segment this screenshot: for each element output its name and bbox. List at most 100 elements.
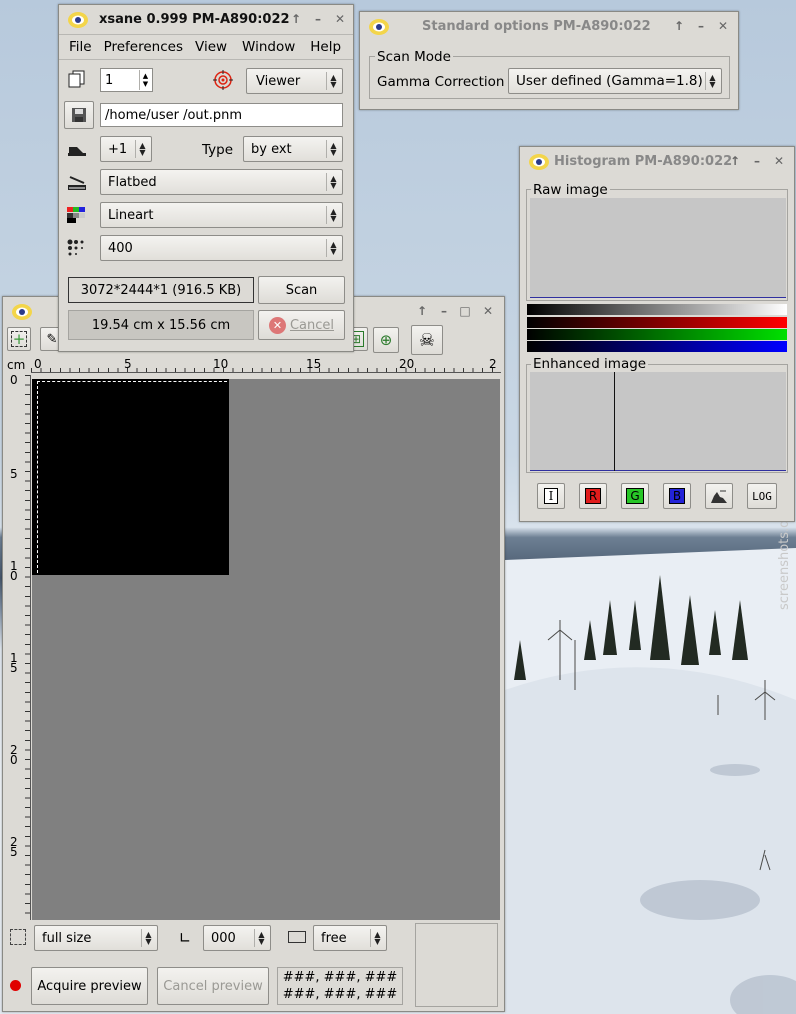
- preview-canvas[interactable]: [32, 379, 500, 920]
- menu-preferences[interactable]: Preferences: [104, 39, 183, 55]
- record-dot-icon: [10, 980, 21, 991]
- hruler-label: 15: [306, 357, 322, 371]
- raw-image-label: Raw image: [531, 182, 610, 198]
- image-size-value: 19.54 cm x 15.56 cm: [91, 317, 231, 333]
- select-area-icon: +: [11, 330, 27, 348]
- type-label: Type: [202, 142, 234, 158]
- aspect-ratio-icon: [288, 931, 306, 943]
- filename-step-select[interactable]: +1 ▲ ▼: [100, 136, 152, 162]
- enhanced-histogram-plot: [530, 372, 786, 471]
- resolution-icon: [67, 239, 87, 257]
- blue-toggle[interactable]: B: [663, 483, 691, 509]
- vruler-label: 1 0: [10, 559, 18, 583]
- spin-arrows-icon: ▲ ▼: [326, 239, 340, 257]
- pixel-readout-line: ###, ###, ###: [282, 987, 398, 1002]
- cancel-scan-button[interactable]: ✕ Cancel: [258, 310, 345, 340]
- save-file-button[interactable]: [64, 101, 94, 129]
- minimize-icon[interactable]: –: [750, 154, 764, 168]
- spin-arrows-icon: ▲ ▼: [254, 929, 268, 947]
- minimize-icon[interactable]: –: [694, 19, 708, 33]
- close-icon[interactable]: ✕: [772, 154, 786, 168]
- raw-histogram-plot: [530, 198, 786, 298]
- histogram-titlebar[interactable]: Histogram PM-A890:022 ↑ – ✕: [520, 147, 794, 175]
- aspect-ratio-select[interactable]: free ▲ ▼: [313, 925, 387, 951]
- menu-help[interactable]: Help: [310, 39, 341, 55]
- horizontal-ruler: 0 5 10 15 20 2: [31, 357, 501, 373]
- color-sample-box: [415, 923, 498, 1007]
- hruler-label: 0: [34, 357, 42, 371]
- delete-images-button[interactable]: ☠: [411, 325, 443, 355]
- gamma-correction-label: Gamma Correction: [377, 74, 505, 90]
- pixel-mode-toggle[interactable]: [705, 483, 733, 509]
- close-icon[interactable]: ✕: [481, 304, 495, 318]
- options-titlebar[interactable]: Standard options PM-A890:022 ↑ – ✕: [360, 12, 738, 40]
- maximize-up-icon[interactable]: ↑: [672, 19, 686, 33]
- select-area-button[interactable]: +: [7, 327, 31, 351]
- enhanced-image-label: Enhanced image: [531, 356, 649, 372]
- step-icon: [67, 143, 87, 157]
- spin-arrows-icon: ▲ ▼: [326, 72, 340, 90]
- hruler-label: 5: [124, 357, 132, 371]
- spin-arrows-icon: ▲ ▼: [326, 206, 340, 224]
- window-title: xsane 0.999 PM-A890:022: [99, 11, 290, 27]
- preview-size-select[interactable]: full size ▲ ▼: [34, 925, 158, 951]
- scan-button[interactable]: Scan: [258, 276, 345, 304]
- preview-window: ↑ – □ ✕ + ✎ ⊞ ⊕ ☠ cm 0 5 10 15 20 2 0 5 …: [2, 296, 505, 1012]
- close-icon[interactable]: ✕: [716, 19, 730, 33]
- gamma-correction-value: User defined (Gamma=1.8): [516, 73, 703, 89]
- close-icon[interactable]: ✕: [333, 12, 347, 26]
- scan-source-select[interactable]: Flatbed ▲ ▼: [100, 169, 343, 195]
- cancel-scan-label: Cancel: [289, 317, 335, 333]
- restore-icon[interactable]: □: [458, 304, 472, 318]
- step-value: +1: [108, 141, 128, 157]
- minimize-icon[interactable]: –: [311, 12, 325, 26]
- xsane-eye-icon: [368, 17, 390, 41]
- maximize-up-icon[interactable]: ↑: [289, 12, 303, 26]
- rotation-value: 000: [211, 930, 236, 946]
- maximize-up-icon[interactable]: ↑: [728, 154, 742, 168]
- menu-file[interactable]: File: [69, 39, 92, 55]
- maximize-up-icon[interactable]: ↑: [415, 304, 429, 318]
- menu-window[interactable]: Window: [242, 39, 295, 55]
- scan-mode-value: Lineart: [108, 207, 154, 223]
- red-toggle[interactable]: R: [579, 483, 607, 509]
- full-area-button[interactable]: ⊕: [373, 327, 399, 353]
- acquire-preview-button[interactable]: Acquire preview: [31, 967, 148, 1005]
- cancel-preview-label: Cancel preview: [163, 978, 263, 994]
- file-type-select[interactable]: by ext ▲ ▼: [243, 136, 343, 162]
- window-title: Histogram PM-A890:022: [554, 153, 733, 169]
- minimize-icon[interactable]: –: [437, 304, 451, 318]
- pipette-icon: ✎: [46, 331, 58, 347]
- xsane-eye-icon: [11, 302, 33, 326]
- histogram-window: Histogram PM-A890:022 ↑ – ✕ Raw image En…: [519, 146, 795, 522]
- menubar: File Preferences View Window Help: [59, 34, 353, 60]
- scan-source-value: Flatbed: [108, 174, 157, 190]
- resolution-select[interactable]: 400 ▲ ▼: [100, 235, 343, 261]
- filename-input[interactable]: /home/user /out.pnm: [100, 103, 343, 127]
- gamma-correction-select[interactable]: User defined (Gamma=1.8) ▲ ▼: [508, 68, 722, 94]
- spin-arrows-icon: ▲ ▼: [135, 140, 149, 158]
- selection-rectangle[interactable]: [37, 381, 227, 573]
- rotation-select[interactable]: 000 ▲ ▼: [203, 925, 271, 951]
- scan-mode-select[interactable]: Lineart ▲ ▼: [100, 202, 343, 228]
- menu-view[interactable]: View: [195, 39, 227, 55]
- spin-arrows-icon: ▲ ▼: [326, 173, 340, 191]
- log-toggle[interactable]: LOG: [747, 483, 777, 509]
- green-toggle[interactable]: G: [621, 483, 649, 509]
- window-title: Standard options PM-A890:022: [422, 18, 651, 34]
- cancel-preview-button[interactable]: Cancel preview: [157, 967, 269, 1005]
- copies-spinbox[interactable]: 1 ▲ ▼: [100, 68, 153, 92]
- target-mode-select[interactable]: Viewer ▲ ▼: [246, 68, 343, 94]
- xsane-titlebar[interactable]: xsane 0.999 PM-A890:022 ↑ – ✕: [59, 5, 353, 33]
- vertical-ruler: 0 5 1 0 1 5 2 0 2 5: [9, 374, 31, 920]
- target-mode-value: Viewer: [256, 73, 301, 89]
- hruler-label: 10: [213, 357, 229, 371]
- image-size: 19.54 cm x 15.56 cm: [68, 310, 254, 340]
- resolution-value: 400: [108, 240, 133, 256]
- histogram-mode-icon: [711, 490, 727, 503]
- intensity-toggle[interactable]: I: [537, 483, 565, 509]
- preset-area-icon: [10, 929, 26, 945]
- xsane-eye-icon: [528, 152, 550, 176]
- histogram-line: [614, 372, 615, 471]
- spin-arrows-icon: ▲ ▼: [141, 929, 155, 947]
